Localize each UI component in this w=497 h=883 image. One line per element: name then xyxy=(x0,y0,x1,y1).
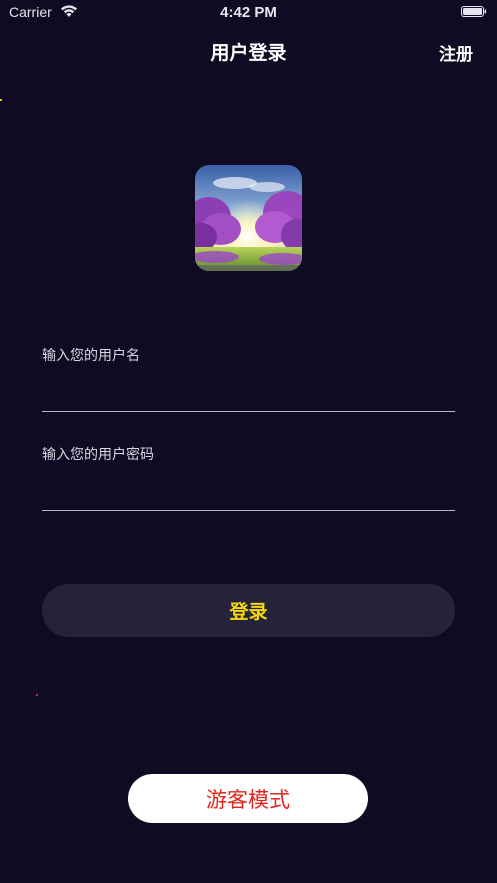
status-bar: Carrier 4:42 PM xyxy=(0,0,497,26)
username-underline xyxy=(42,411,455,412)
guest-mode-button[interactable]: 游客模式 xyxy=(128,774,368,823)
password-underline xyxy=(42,510,455,511)
app-logo xyxy=(195,165,302,271)
username-input[interactable] xyxy=(42,376,455,406)
username-label: 输入您的用户名 xyxy=(42,348,140,364)
status-time: 4:42 PM xyxy=(220,4,277,21)
login-button[interactable]: 登录 xyxy=(42,584,455,637)
decorative-dot xyxy=(36,694,38,696)
decorative-dot xyxy=(0,99,2,101)
password-input[interactable] xyxy=(42,475,455,505)
logo-image xyxy=(195,165,302,271)
password-label: 输入您的用户密码 xyxy=(42,447,154,463)
register-button[interactable]: 注册 xyxy=(439,40,473,65)
battery-icon xyxy=(461,6,487,17)
page-title: 用户登录 xyxy=(210,42,287,64)
